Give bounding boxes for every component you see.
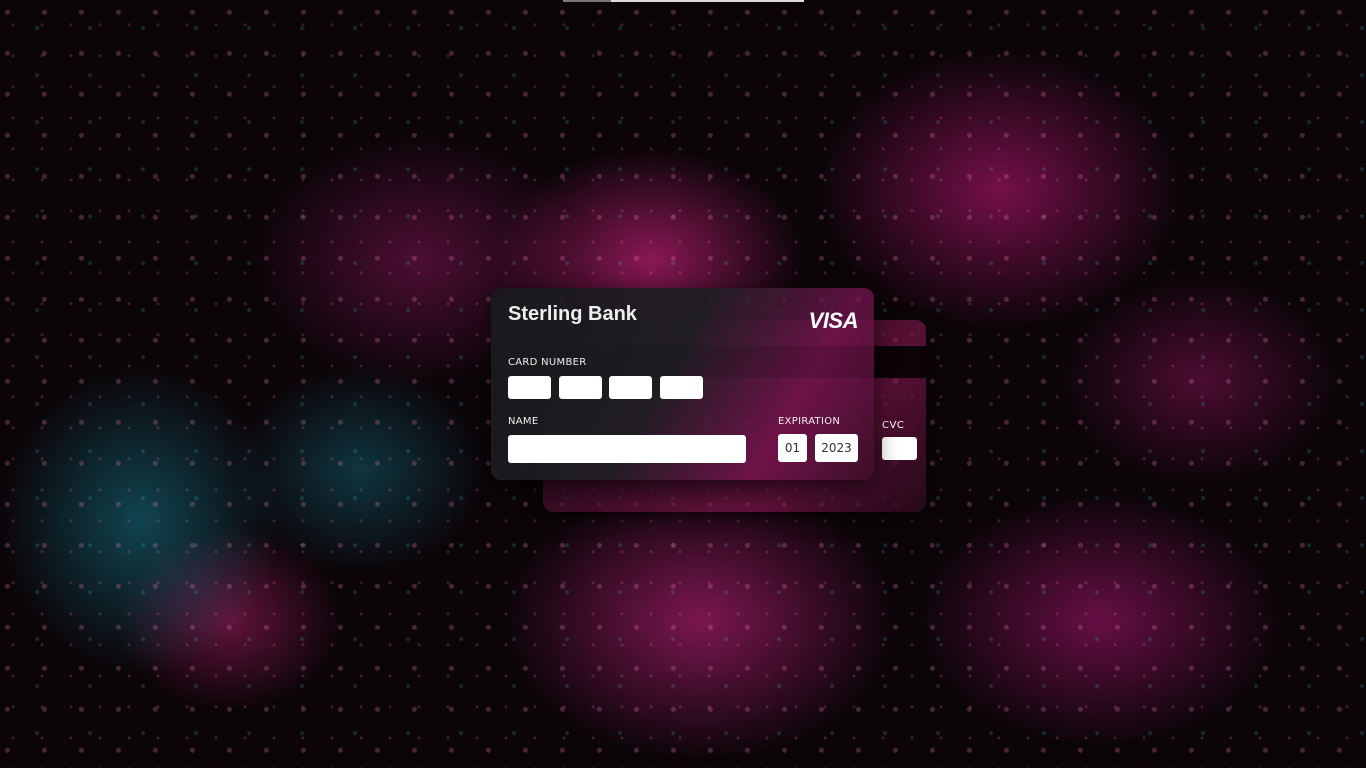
visa-logo-icon: VISA bbox=[808, 308, 859, 333]
name-field[interactable] bbox=[508, 435, 746, 463]
expiration-year-select[interactable]: 2023 bbox=[815, 434, 858, 462]
top-progress-bar bbox=[563, 0, 804, 2]
bank-name: Sterling Bank bbox=[508, 303, 637, 325]
card-number-field-3[interactable] bbox=[609, 376, 652, 399]
card-number-field-1[interactable] bbox=[508, 376, 551, 399]
cvc-field[interactable] bbox=[882, 437, 917, 460]
name-label: NAME bbox=[508, 416, 539, 427]
cvc-label: CVC bbox=[882, 420, 905, 431]
card-number-field-2[interactable] bbox=[559, 376, 602, 399]
expiration-month-select[interactable]: 01 bbox=[778, 434, 807, 462]
card-number-label: CARD NUMBER bbox=[508, 357, 587, 368]
card-number-field-4[interactable] bbox=[660, 376, 703, 399]
expiration-label: EXPIRATION bbox=[778, 416, 841, 427]
card-front: Sterling Bank VISA CARD NUMBER NAME EXPI… bbox=[491, 288, 874, 480]
